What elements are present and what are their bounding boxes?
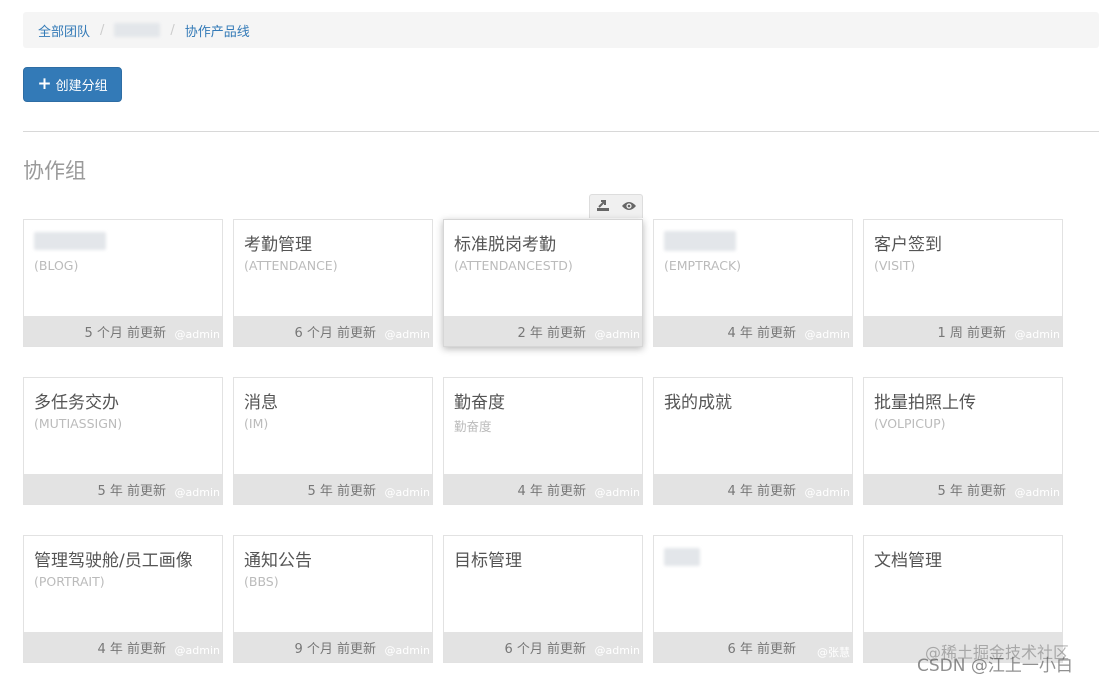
card-title: 文档管理 (874, 551, 942, 571)
card-title-redacted (664, 548, 700, 566)
breadcrumb-item-team-redacted[interactable] (114, 23, 161, 37)
card-author: @张慧 (817, 646, 850, 659)
card-footer: 4 年 前更新 @admin (24, 632, 222, 662)
card-author: @admin (594, 486, 640, 499)
card-author: @admin (1014, 328, 1060, 341)
card-footer: 4 年 前更新 @admin (654, 316, 852, 346)
card-title: 我的成就 (664, 393, 732, 413)
group-card[interactable]: 消息 (IM) 5 年 前更新 @admin (233, 377, 433, 505)
card-code: (ATTENDANCESTD) (454, 258, 573, 273)
card-author: @admin (594, 328, 640, 341)
card-author: @admin (174, 328, 220, 341)
card-code: (ATTENDANCE) (244, 258, 338, 273)
group-card[interactable]: 管理驾驶舱/员工画像 (PORTRAIT) 4 年 前更新 @admin (23, 535, 223, 663)
card-code: (BLOG) (34, 258, 79, 273)
card-footer: 5 年 前更新 @admin (864, 474, 1062, 504)
group-card[interactable]: 客户签到 (VISIT) 1 周 前更新 @admin (863, 219, 1063, 347)
card-code: (EMPTRACK) (664, 258, 742, 273)
card-footer: 2 年 前更新 @admin (444, 316, 642, 346)
card-title: 勤奋度 (454, 393, 505, 413)
card-author: @admin (174, 644, 220, 657)
card-footer: 5 年 前更新 @admin (24, 474, 222, 504)
card-updated: 5 年 前更新 (937, 484, 1006, 499)
card-code: (PORTRAIT) (34, 574, 105, 589)
card-title-redacted (34, 232, 106, 250)
card-author: @admin (384, 486, 430, 499)
card-code: (BBS) (244, 574, 279, 589)
card-hover-toolbar (589, 194, 643, 218)
card-footer: 9 个月 前更新 @admin (234, 632, 432, 662)
card-updated: 6 个月 前更新 (294, 326, 376, 341)
card-title-redacted (664, 231, 736, 251)
card-author: @admin (1014, 486, 1060, 499)
card-code: 勤奋度 (454, 419, 492, 434)
card-footer: 1 周 前更新 @admin (864, 316, 1062, 346)
card-author: @admin (384, 644, 430, 657)
card-author: @admin (174, 486, 220, 499)
card-author: @admin (804, 486, 850, 499)
card-code: (VOLPICUP) (874, 416, 946, 431)
eye-icon[interactable] (621, 197, 637, 216)
card-title: 通知公告 (244, 551, 312, 571)
divider (23, 131, 1099, 132)
plus-icon: + (37, 74, 52, 94)
card-title: 批量拍照上传 (874, 393, 976, 413)
card-updated: 5 年 前更新 (307, 484, 376, 499)
breadcrumb-item-current: 协作产品线 (184, 24, 250, 40)
card-title: 消息 (244, 393, 278, 413)
card-updated: 9 个月 前更新 (294, 642, 376, 657)
group-card[interactable]: 考勤管理 (ATTENDANCE) 6 个月 前更新 @admin (233, 219, 433, 347)
group-card[interactable]: 通知公告 (BBS) 9 个月 前更新 @admin (233, 535, 433, 663)
card-title: 标准脱岗考勤 (454, 235, 556, 255)
card-updated: 4 年 前更新 (97, 642, 166, 657)
card-code: (IM) (244, 416, 269, 431)
card-footer: 4 年 前更新 @admin (654, 474, 852, 504)
card-title: 目标管理 (454, 551, 522, 571)
card-author: @admin (804, 328, 850, 341)
create-group-label: 创建分组 (55, 79, 108, 94)
card-updated: 4 年 前更新 (727, 326, 796, 341)
group-card[interactable]: 多任务交办 (MUTIASSIGN) 5 年 前更新 @admin (23, 377, 223, 505)
card-title: 管理驾驶舱/员工画像 (34, 551, 193, 571)
card-footer: 5 个月 前更新 @admin (24, 316, 222, 346)
card-title: 多任务交办 (34, 393, 119, 413)
card-title: 考勤管理 (244, 235, 312, 255)
card-code: (VISIT) (874, 258, 916, 273)
breadcrumb-item-all-teams[interactable]: 全部团队 (38, 21, 90, 40)
breadcrumb: 全部团队 / / 协作产品线 (23, 12, 1099, 48)
group-card[interactable]: 目标管理 6 个月 前更新 @admin (443, 535, 643, 663)
group-card[interactable]: 我的成就 4 年 前更新 @admin (653, 377, 853, 505)
create-group-button[interactable]: + 创建分组 (23, 67, 122, 102)
card-author: @admin (384, 328, 430, 341)
card-author: @admin (594, 644, 640, 657)
watermark: CSDN @江上一小白 (917, 656, 1073, 676)
group-card[interactable]: (EMPTRACK) 4 年 前更新 @admin (653, 219, 853, 347)
group-card[interactable]: 6 年 前更新 @张慧 (653, 535, 853, 663)
card-updated: 5 年 前更新 (97, 484, 166, 499)
card-updated: 6 年 前更新 (727, 642, 796, 657)
breadcrumb-separator: / (100, 22, 105, 38)
section-title: 协作组 (23, 159, 86, 183)
breadcrumb-separator: / (170, 22, 175, 38)
card-footer: 6 个月 前更新 @admin (444, 632, 642, 662)
card-updated: 2 年 前更新 (517, 326, 586, 341)
card-updated: 5 个月 前更新 (84, 326, 166, 341)
card-updated: 1 周 前更新 (937, 326, 1006, 341)
export-icon[interactable] (596, 197, 610, 216)
group-card[interactable]: 标准脱岗考勤 (ATTENDANCESTD) 2 年 前更新 @admin (443, 219, 643, 347)
group-card[interactable]: 勤奋度 勤奋度 4 年 前更新 @admin (443, 377, 643, 505)
card-title: 客户签到 (874, 235, 942, 255)
group-card[interactable]: (BLOG) 5 个月 前更新 @admin (23, 219, 223, 347)
card-footer: 5 年 前更新 @admin (234, 474, 432, 504)
card-code: (MUTIASSIGN) (34, 416, 123, 431)
card-updated: 4 年 前更新 (517, 484, 586, 499)
card-updated: 4 年 前更新 (727, 484, 796, 499)
card-updated: 6 个月 前更新 (504, 642, 586, 657)
card-footer: 6 个月 前更新 @admin (234, 316, 432, 346)
card-footer: 6 年 前更新 @张慧 (654, 632, 852, 662)
card-footer: 4 年 前更新 @admin (444, 474, 642, 504)
group-card[interactable]: 批量拍照上传 (VOLPICUP) 5 年 前更新 @admin (863, 377, 1063, 505)
